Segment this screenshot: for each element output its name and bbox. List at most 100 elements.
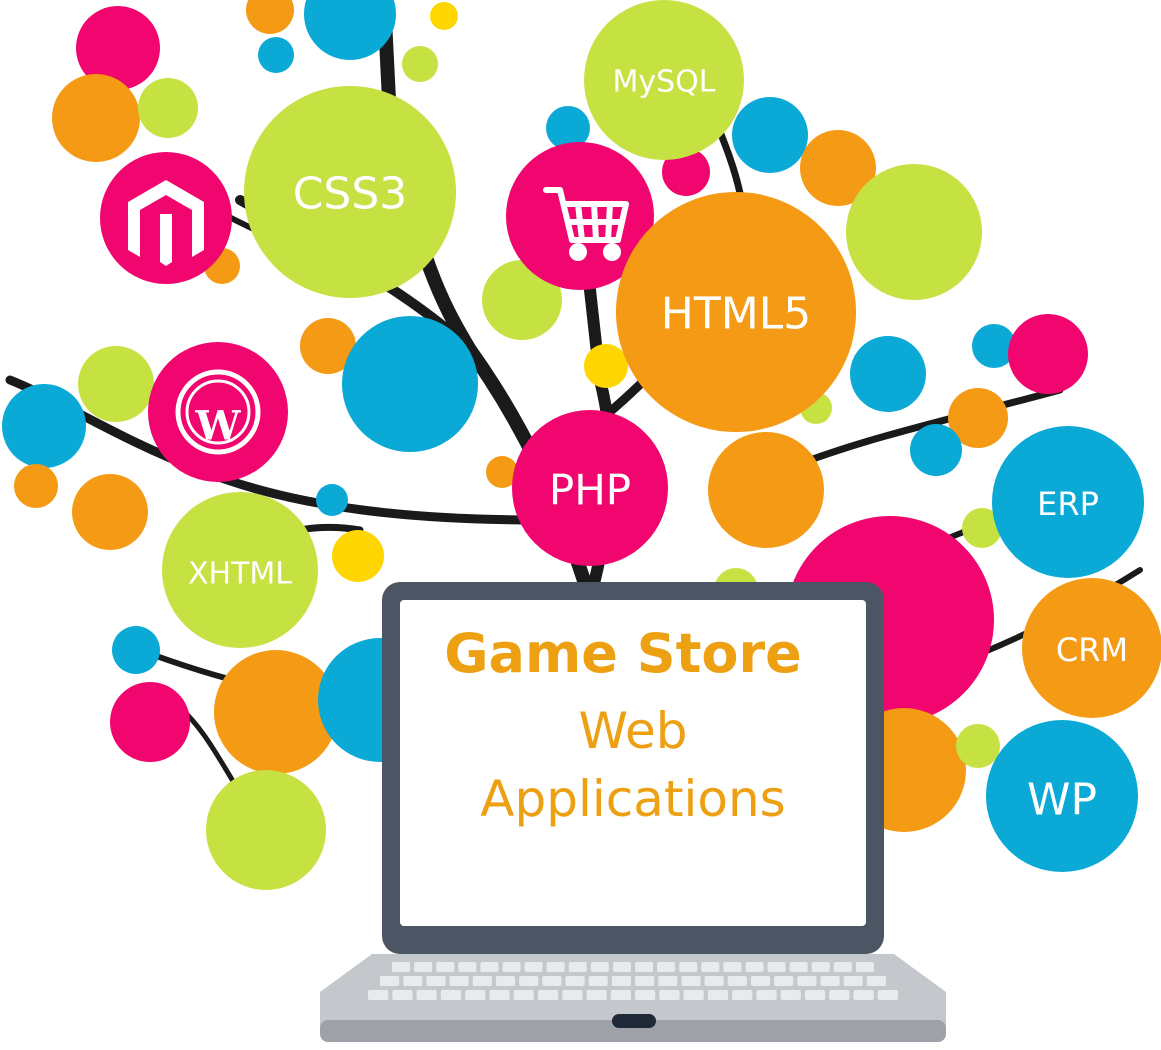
keyboard-key xyxy=(659,990,680,1000)
keyboard-key xyxy=(745,962,764,972)
screen-title: Game Store xyxy=(444,622,802,685)
keyboard-key xyxy=(524,962,543,972)
keyboard-key xyxy=(568,962,587,972)
keyboard-key xyxy=(440,990,462,1000)
keyboard-key xyxy=(811,962,830,972)
keyboard-key xyxy=(843,976,863,986)
keyboard-key xyxy=(590,962,609,972)
crm-bubble: CRM xyxy=(1022,578,1161,718)
keyboard-key xyxy=(380,976,400,986)
xhtml-label: XHTML xyxy=(188,557,292,592)
keyboard-key xyxy=(774,976,794,986)
erp-label: ERP xyxy=(1037,485,1099,523)
keyboard-key xyxy=(704,976,724,986)
keyboard-key xyxy=(679,962,698,972)
bubble xyxy=(342,316,478,452)
keyboard-key xyxy=(588,976,608,986)
bubble xyxy=(846,164,982,300)
keyboard-key xyxy=(416,990,437,1000)
keyboard-key xyxy=(732,990,753,1000)
keyboard-key xyxy=(681,976,701,986)
bubble xyxy=(14,464,58,508)
bubble xyxy=(2,384,86,468)
bubble xyxy=(78,346,154,422)
bubble xyxy=(430,2,458,30)
html5-bubble: HTML5 xyxy=(616,192,856,432)
bubble xyxy=(316,484,348,516)
keyboard-key xyxy=(449,976,469,986)
keyboard-key xyxy=(855,962,874,972)
keyboard-key xyxy=(701,962,720,972)
bubble xyxy=(402,46,438,82)
bubble xyxy=(956,724,1000,768)
keyboard-key xyxy=(657,962,676,972)
keyboard-key xyxy=(756,990,777,1000)
keyboard-key xyxy=(804,990,826,1000)
keyboard-key xyxy=(392,990,413,1000)
keyboard-key xyxy=(780,990,801,1000)
bubble xyxy=(1008,314,1088,394)
keyboard-key xyxy=(480,962,499,972)
keyboard-key xyxy=(853,990,874,1000)
php-label: PHP xyxy=(549,466,631,515)
bubble xyxy=(112,626,160,674)
screen-subtitle-line1: Web xyxy=(578,702,687,760)
keyboard-key xyxy=(767,962,786,972)
crm-label: CRM xyxy=(1056,631,1128,669)
bubble xyxy=(52,74,140,162)
keyboard-key xyxy=(458,962,477,972)
keyboard-key xyxy=(750,976,771,986)
keyboard-key xyxy=(586,990,607,1000)
wp-label: WP xyxy=(1027,775,1097,826)
xhtml-bubble: XHTML xyxy=(162,492,318,648)
keyboard-key xyxy=(562,990,583,1000)
keyboard-key xyxy=(426,976,446,986)
keyboard-key xyxy=(635,990,656,1000)
bubble xyxy=(584,344,628,388)
html5-label: HTML5 xyxy=(661,289,811,340)
keyboard-key xyxy=(414,962,433,972)
keyboard-key xyxy=(635,976,655,986)
mysql-label: MySQL xyxy=(612,65,715,100)
wordpress-bubble: W xyxy=(148,342,288,482)
web-apps-tree-illustration: W MySQL CSS3 HTML5 PHP XHTML ERP CRM WP xyxy=(2,0,1161,1042)
keyboard-key xyxy=(610,990,631,1000)
bubble xyxy=(258,37,294,73)
keyboard-key xyxy=(723,962,742,972)
keyboard-key xyxy=(392,962,411,972)
keyboard-key xyxy=(436,962,455,972)
keyboard-key xyxy=(513,990,534,1000)
laptop-touchpad-notch xyxy=(612,1014,656,1028)
mysql-bubble: MySQL xyxy=(584,0,744,160)
keyboard-key xyxy=(489,990,510,1000)
keyboard-key xyxy=(472,976,492,986)
keyboard-key xyxy=(635,962,654,972)
bubble xyxy=(246,0,294,34)
bubble xyxy=(850,336,926,412)
laptop: Game Store Web Applications xyxy=(320,582,946,1042)
keyboard-key xyxy=(833,962,852,972)
keyboard-key xyxy=(612,962,631,972)
css3-bubble: CSS3 xyxy=(244,86,456,298)
keyboard-key xyxy=(611,976,631,986)
bubble xyxy=(206,770,326,890)
keyboard-key xyxy=(403,976,423,986)
bubble xyxy=(332,530,384,582)
bubble xyxy=(708,432,824,548)
keyboard-key xyxy=(519,976,539,986)
keyboard-key xyxy=(658,976,678,986)
keyboard-key xyxy=(546,962,565,972)
wp-bubble: WP xyxy=(986,720,1138,872)
bubble xyxy=(138,78,198,138)
svg-text:W: W xyxy=(195,403,242,450)
erp-bubble: ERP xyxy=(992,426,1144,578)
keyboard-key xyxy=(829,990,850,1000)
keyboard-key xyxy=(495,976,516,986)
keyboard-key xyxy=(368,990,389,1000)
screen-subtitle-line2: Applications xyxy=(480,770,785,828)
bubble xyxy=(72,474,148,550)
keyboard-key xyxy=(820,976,840,986)
css3-label: CSS3 xyxy=(293,169,408,220)
keyboard-key xyxy=(465,990,486,1000)
keyboard-key xyxy=(797,976,817,986)
